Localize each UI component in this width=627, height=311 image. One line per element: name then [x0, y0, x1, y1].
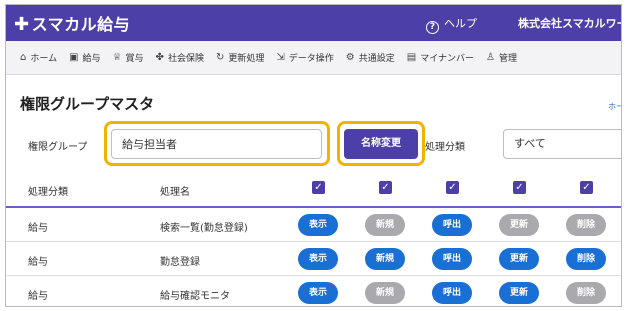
permission-toggle-button[interactable]: 更新: [499, 282, 539, 304]
header-checkbox-update[interactable]: ✓: [513, 181, 526, 194]
permission-toggle-button[interactable]: 削除: [566, 214, 606, 236]
class-filter-label: 処理分類: [425, 142, 465, 153]
permission-toggle-button[interactable]: 新規: [365, 282, 405, 304]
permission-toggle-button[interactable]: 削除: [566, 282, 606, 304]
class-filter-select[interactable]: すべて: [503, 129, 621, 159]
nav-icon: ▤: [406, 52, 417, 63]
nav-label: データ操作: [288, 54, 334, 64]
nav-item[interactable]: ♙ 管理: [486, 51, 517, 64]
app-window: ✚ スマカル給与 ? ヘルプ 株式会社スマカルワー ⌂ ホーム ▣ 給与 ♕ 賞与 ✤ 社会保険 ↻…: [5, 4, 622, 307]
main-nav: ⌂ ホーム ▣ 給与 ♕ 賞与 ✤ 社会保険 ↻ 更新処理 ⇲ データ操作 ⚙ 共通設定 ▤ マイナンバー ♙ 管…: [6, 41, 621, 75]
permission-toggle-button[interactable]: 表示: [298, 214, 338, 236]
nav-label: 更新処理: [228, 54, 265, 64]
page-title: 権限グループマスタ: [20, 95, 155, 113]
permission-toggle-button[interactable]: 表示: [298, 248, 338, 270]
rename-button[interactable]: 名称変更: [344, 129, 418, 159]
cell-name: 勤怠登録: [160, 257, 200, 268]
table-header: 処理分類 処理名 ✓ ✓ ✓ ✓ ✓: [6, 170, 621, 208]
plus-icon: ✚: [14, 14, 30, 35]
company-name[interactable]: 株式会社スマカルワー: [518, 15, 621, 31]
header-checkbox-new[interactable]: ✓: [379, 181, 392, 194]
table-row: 給与 検索一覧(勤怠登録) 表示 新規 呼出 更新 削除: [6, 208, 621, 242]
nav-item[interactable]: ⇲ データ操作: [276, 51, 333, 64]
nav-icon: ♙: [486, 52, 495, 63]
permission-toggle-button[interactable]: 新規: [365, 214, 405, 236]
table-row: 給与 勤怠登録 表示 新規 呼出 更新 削除: [6, 242, 621, 276]
header-name: 処理名: [160, 187, 190, 198]
permission-toggle-button[interactable]: 呼出: [432, 214, 472, 236]
group-name-input[interactable]: [111, 129, 322, 159]
nav-icon: ⚙: [345, 52, 355, 63]
nav-label: ホーム: [30, 54, 58, 64]
nav-icon: ♕: [112, 52, 122, 63]
nav-label: 社会保険: [167, 54, 204, 64]
nav-label: 給与: [82, 54, 101, 64]
nav-item[interactable]: ▣ 給与: [69, 51, 100, 64]
nav-icon: ▣: [69, 52, 79, 63]
table-row: 給与 給与確認モニタ 表示 新規 呼出 更新 削除: [6, 276, 621, 306]
permission-toggle-button[interactable]: 更新: [499, 214, 539, 236]
permission-toggle-button[interactable]: 削除: [566, 248, 606, 270]
nav-item[interactable]: ✤ 社会保険: [156, 51, 204, 64]
permission-toggle-button[interactable]: 更新: [499, 248, 539, 270]
nav-item[interactable]: ♕ 賞与: [113, 51, 144, 64]
nav-icon: ↻: [215, 52, 225, 63]
permission-toggle-button[interactable]: 新規: [365, 248, 405, 270]
permission-toggle-button[interactable]: 表示: [298, 282, 338, 304]
permission-toggle-button[interactable]: 呼出: [432, 248, 472, 270]
nav-item[interactable]: ⌂ ホーム: [20, 51, 57, 64]
nav-icon: ✤: [155, 52, 164, 63]
cell-name: 検索一覧(勤怠登録): [160, 223, 248, 234]
help-label: ヘルプ: [444, 17, 477, 30]
header-checkbox-call[interactable]: ✓: [446, 181, 459, 194]
header-class: 処理分類: [28, 187, 68, 198]
cell-name: 給与確認モニタ: [160, 291, 230, 302]
nav-item[interactable]: ⚙ 共通設定: [346, 51, 395, 64]
nav-item[interactable]: ▤ マイナンバー: [407, 51, 474, 64]
nav-icon: ⇲: [276, 52, 285, 63]
help-link[interactable]: ? ヘルプ: [426, 15, 477, 34]
nav-item[interactable]: ↻ 更新処理: [216, 51, 264, 64]
nav-icon: ⌂: [20, 52, 27, 63]
top-bar: ✚ スマカル給与 ? ヘルプ 株式会社スマカルワー: [6, 5, 621, 41]
app-logo[interactable]: ✚ スマカル給与: [14, 11, 130, 35]
nav-label: 賞与: [125, 54, 144, 64]
cell-class: 給与: [28, 291, 48, 302]
header-checkbox-delete[interactable]: ✓: [580, 181, 593, 194]
nav-label: マイナンバー: [420, 54, 475, 64]
group-label: 権限グループ: [28, 142, 88, 153]
header-checkbox-view[interactable]: ✓: [312, 181, 325, 194]
nav-label: 管理: [499, 54, 518, 64]
permission-toggle-button[interactable]: 呼出: [432, 282, 472, 304]
breadcrumb-home-link[interactable]: ホー: [608, 101, 621, 112]
cell-class: 給与: [28, 257, 48, 268]
logo-text: スマカル給与: [31, 15, 131, 34]
help-icon: ?: [426, 21, 439, 34]
cell-class: 給与: [28, 223, 48, 234]
nav-label: 共通設定: [358, 54, 395, 64]
